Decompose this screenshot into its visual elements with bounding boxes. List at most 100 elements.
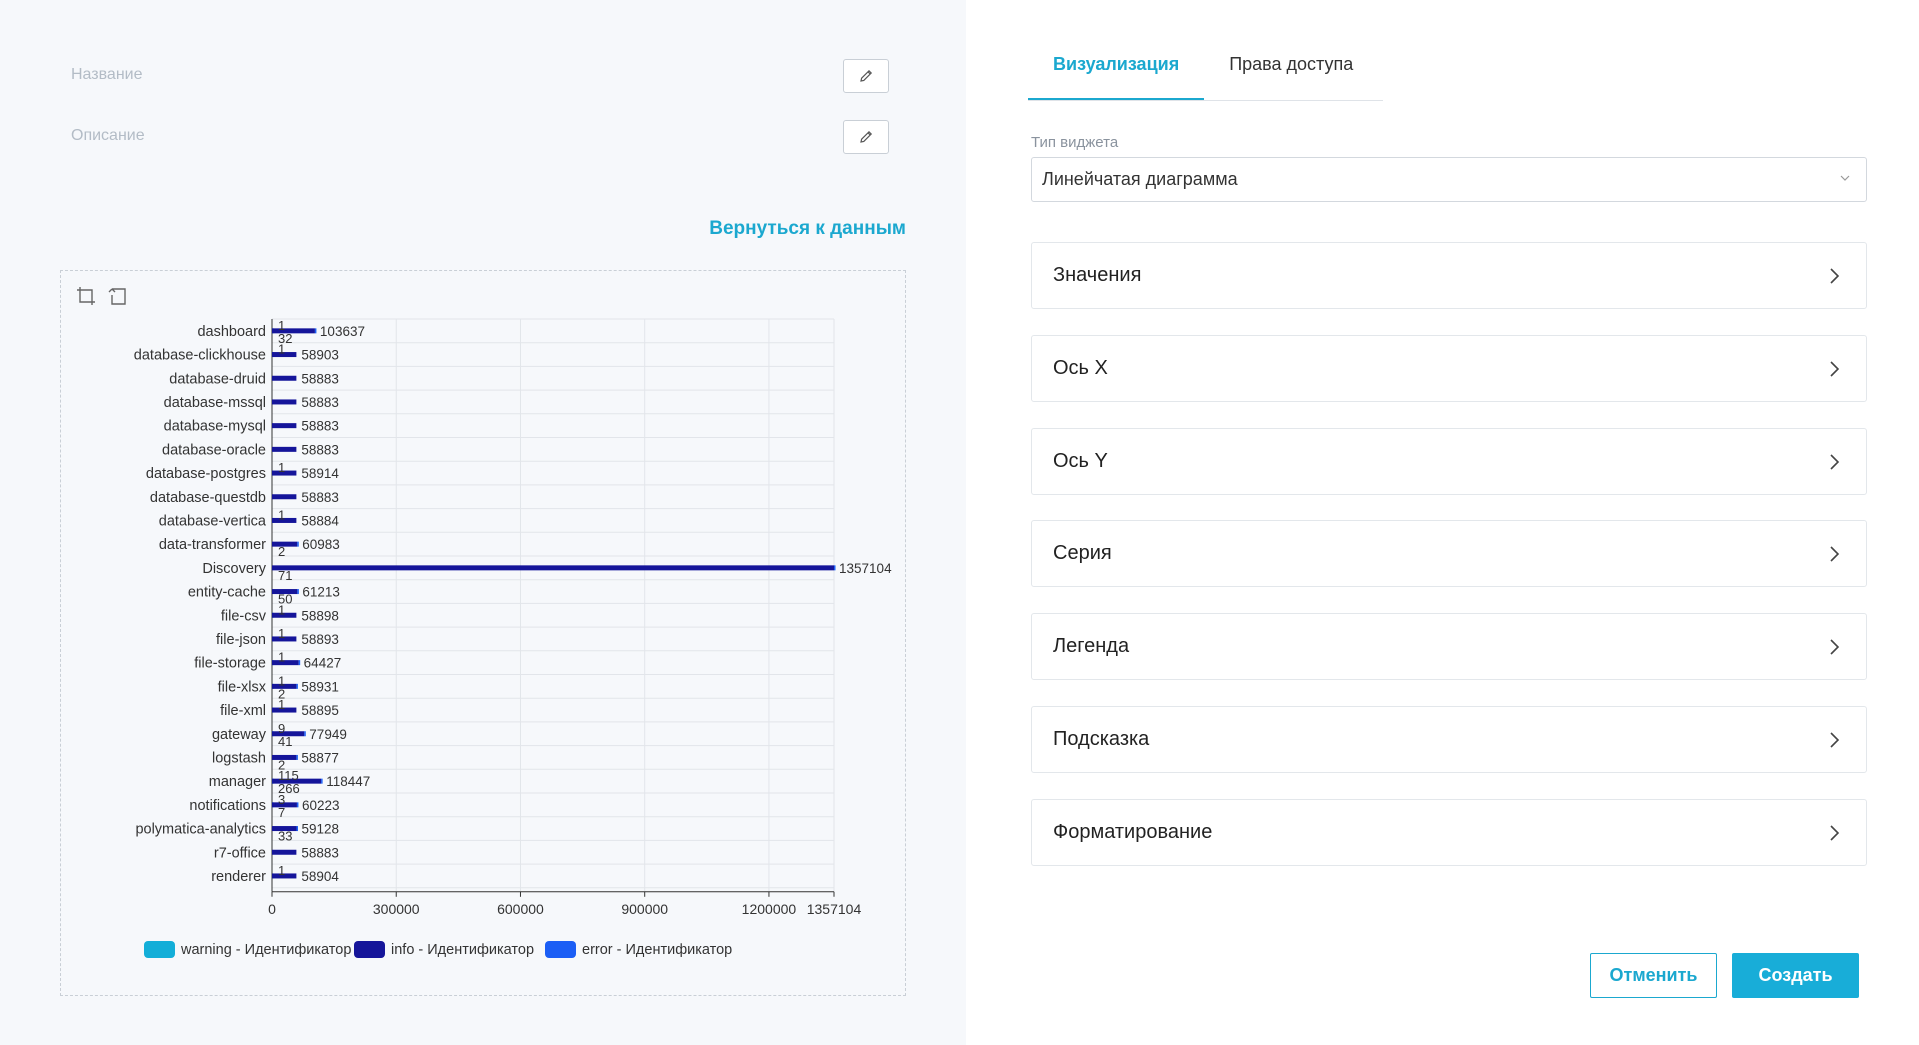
widget-type-label: Тип виджета (1031, 134, 1119, 151)
section-series[interactable]: Серия (1031, 520, 1867, 587)
bar-info (272, 660, 299, 666)
description-label: Описание (71, 127, 145, 144)
back-to-data-link[interactable]: Вернуться к данным (709, 218, 906, 240)
category-label: polymatica-analytics (135, 822, 266, 838)
bar-error (298, 660, 301, 666)
category-label: database-vertica (159, 513, 267, 529)
chevron-right-icon (1830, 639, 1840, 655)
bar-value-label: 2 (278, 544, 285, 559)
widget-type-value: Линейчатая диаграмма (1042, 169, 1238, 189)
bar-info (272, 375, 297, 381)
bar-value-label: 1357104 (839, 561, 892, 576)
section-values[interactable]: Значения (1031, 242, 1867, 309)
cancel-button[interactable]: Отменить (1590, 953, 1717, 998)
bar-value-label: 58903 (301, 348, 339, 363)
bar-value-label: 33 (278, 829, 292, 844)
bar-value-label: 58883 (301, 395, 339, 410)
category-label: database-postgres (146, 466, 266, 482)
bar-chart: 0 300000 600000 900000 1200000 1357104 dashboa… (134, 318, 892, 958)
category-label: file-storage (194, 656, 266, 672)
tab-bar: Визуализация Права доступа (1028, 44, 1383, 101)
bar-error (321, 778, 323, 784)
section-legend[interactable]: Легенда (1031, 613, 1867, 680)
category-label: database-druid (169, 371, 266, 387)
bar-value-label: 60223 (302, 798, 340, 813)
category-label: r7-office (214, 845, 266, 861)
widget-type-select[interactable]: Линейчатая диаграмма (1031, 157, 1867, 202)
bar-value-label: 7 (278, 805, 285, 820)
edit-description-button[interactable] (843, 120, 889, 154)
category-label: database-mssql (164, 395, 266, 411)
settings-panel: Визуализация Права доступа Тип виджета Л… (966, 0, 1919, 1045)
bar-value-label: 77949 (309, 727, 347, 742)
x-tick-label: 600000 (497, 901, 544, 917)
section-values-label: Значения (1053, 264, 1142, 286)
bar-error (304, 731, 306, 737)
x-tick-label: 900000 (621, 901, 668, 917)
legend-label-warning: warning - Идентификатор (180, 942, 351, 958)
bar-value-label: 1 (278, 697, 285, 712)
bar-error (834, 565, 836, 571)
bar-value-label: 60983 (302, 537, 340, 552)
edit-name-button[interactable] (843, 59, 889, 93)
bar-error (297, 541, 299, 547)
section-x-axis[interactable]: Ось X (1031, 335, 1867, 402)
category-label: data-transformer (159, 537, 266, 553)
bar-value-label: 58883 (301, 419, 339, 434)
bar-info (272, 849, 297, 855)
description-field: Описание (71, 120, 145, 152)
tab-access-rights[interactable]: Права доступа (1204, 44, 1378, 100)
create-button[interactable]: Создать (1732, 953, 1859, 998)
category-label: file-xml (220, 703, 266, 719)
pencil-icon (860, 130, 873, 143)
legend-swatch-info (354, 941, 385, 958)
name-field: Название (71, 59, 143, 91)
section-formatting[interactable]: Форматирование (1031, 799, 1867, 866)
chevron-right-icon (1830, 546, 1840, 562)
x-tick-label: 300000 (373, 901, 420, 917)
bar-value-label: 1 (278, 460, 285, 475)
category-label: file-json (216, 632, 266, 648)
bar-value-label: 58883 (301, 490, 339, 505)
category-label: logstash (212, 750, 266, 766)
category-label: file-xlsx (218, 679, 267, 695)
x-tick-label: 0 (268, 901, 276, 917)
category-label: database-clickhouse (134, 348, 266, 364)
section-y-axis-label: Ось Y (1053, 450, 1108, 472)
category-label: database-oracle (162, 442, 266, 458)
bar-value-label: 64427 (304, 656, 342, 671)
section-tooltip[interactable]: Подсказка (1031, 706, 1867, 773)
category-label: Discovery (202, 561, 266, 577)
section-y-axis[interactable]: Ось Y (1031, 428, 1867, 495)
x-tick-label: 1357104 (807, 901, 862, 917)
bar-value-label: 58884 (301, 513, 339, 528)
bar-error (297, 589, 299, 595)
bar-error (296, 802, 299, 808)
category-label: renderer (211, 869, 266, 885)
bar-value-label: 59128 (301, 822, 339, 837)
tab-visualization[interactable]: Визуализация (1028, 44, 1205, 100)
category-label: manager (209, 774, 266, 790)
bar-value-label: 58914 (301, 466, 339, 481)
category-label: notifications (189, 798, 266, 814)
category-label: gateway (212, 727, 267, 743)
chevron-right-icon (1830, 361, 1840, 377)
chevron-right-icon (1830, 825, 1840, 841)
bar-value-label: 58883 (301, 845, 339, 860)
chevron-right-icon (1830, 268, 1840, 284)
legend-label-error: error - Идентификатор (582, 942, 732, 958)
bar-value-label: 71 (278, 568, 292, 583)
bar-value-label: 58904 (301, 869, 339, 884)
bar-value-label: 41 (278, 734, 292, 749)
bar-value-label: 61213 (302, 585, 340, 600)
bar-value-label: 1 (278, 342, 285, 357)
bar-value-label: 103637 (320, 324, 365, 339)
bar-error (296, 754, 298, 760)
bar-error (296, 683, 298, 689)
bar-value-label: 1 (278, 507, 285, 522)
widget-preview-panel: Название Описание Вернуться к данным 0 30… (0, 0, 966, 1045)
category-label: file-csv (221, 608, 267, 624)
chevron-right-icon (1830, 732, 1840, 748)
bar-info (272, 565, 834, 571)
bar-value-label: 1 (278, 602, 285, 617)
